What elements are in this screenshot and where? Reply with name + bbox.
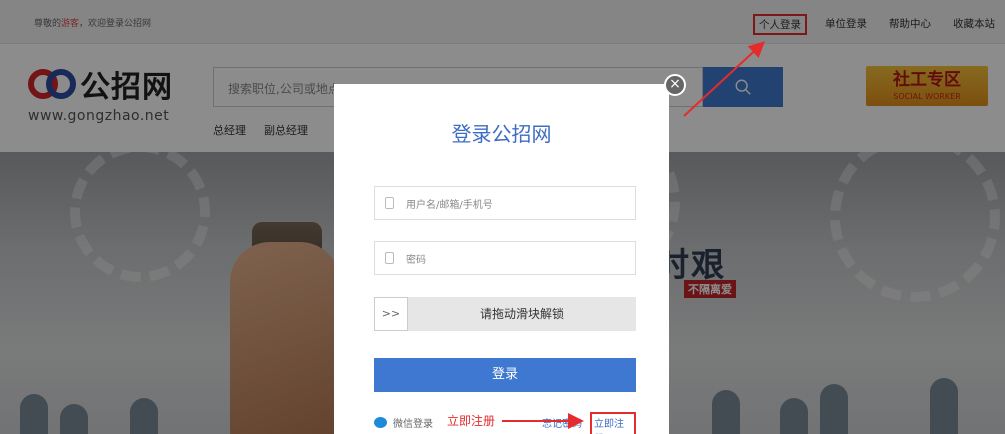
slider-hint: 请拖动滑块解锁 — [479, 307, 564, 321]
close-icon[interactable]: × — [664, 74, 686, 96]
password-placeholder: 密码 — [406, 254, 426, 266]
annotation-register-label: 立即注册 — [446, 412, 497, 429]
wechat-login-label: 微信登录 — [393, 419, 433, 430]
user-icon — [385, 197, 394, 209]
register-link[interactable]: 立即注册 — [590, 412, 636, 434]
wechat-login[interactable]: 微信登录 — [374, 415, 433, 430]
lock-icon — [385, 252, 394, 264]
slide-captcha: >> 请拖动滑块解锁 — [374, 297, 636, 331]
login-title: 登录公招网 — [451, 122, 552, 146]
login-button[interactable]: 登录 — [374, 358, 636, 392]
forgot-password-link[interactable]: 忘记密码 — [542, 415, 582, 430]
wechat-icon — [374, 417, 387, 428]
password-input[interactable]: 密码 — [374, 241, 636, 275]
username-input[interactable]: 用户名/邮箱/手机号 — [374, 186, 636, 220]
slider-handle[interactable]: >> — [374, 297, 408, 331]
login-modal: 登录公招网 用户名/邮箱/手机号 密码 >> 请拖动滑块解锁 登录 微信登录 忘… — [334, 84, 669, 434]
login-footer: 微信登录 忘记密码 立即注册 — [374, 412, 636, 434]
username-placeholder: 用户名/邮箱/手机号 — [406, 199, 493, 211]
